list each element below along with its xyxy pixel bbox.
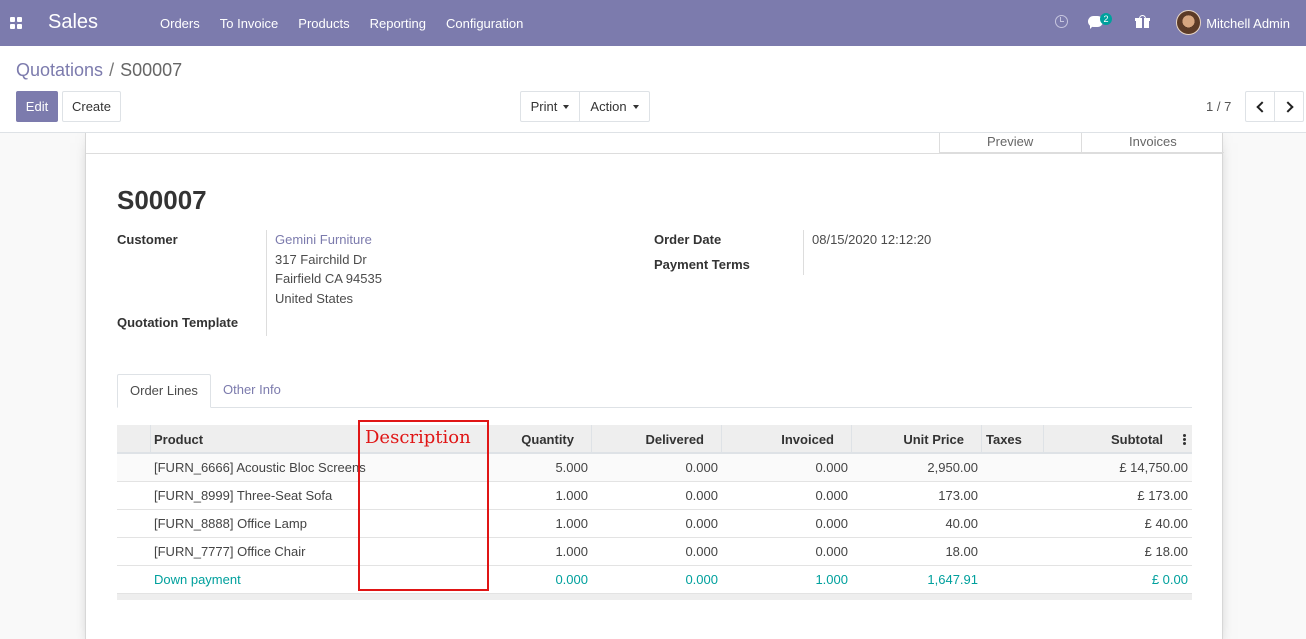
table-row[interactable]: [FURN_7777] Office Chair 1.000 0.000 0.0… (117, 538, 1192, 566)
header-subtotal[interactable]: Subtotal (1044, 425, 1192, 454)
user-menu[interactable]: Mitchell Admin (1206, 16, 1290, 31)
cell-unit-price: 173.00 (938, 488, 978, 503)
cell-delivered: 0.000 (685, 460, 718, 475)
edit-button[interactable]: Edit (16, 91, 58, 122)
chevron-left-icon (1255, 100, 1268, 113)
cell-subtotal: £ 40.00 (1144, 516, 1188, 531)
optional-columns-icon[interactable] (1183, 434, 1186, 445)
cell-product: [FURN_6666] Acoustic Bloc Screens (154, 460, 366, 475)
action-label: Action (590, 99, 627, 114)
cell-product: Down payment (154, 572, 241, 587)
tab-order-lines[interactable]: Order Lines (117, 374, 211, 408)
cell-invoiced: 0.000 (815, 488, 848, 503)
table-row[interactable]: [FURN_8999] Three-Seat Sofa 1.000 0.000 … (117, 482, 1192, 510)
customer-link[interactable]: Gemini Furniture (275, 232, 372, 247)
handle-column-header (117, 425, 151, 454)
table-footer (117, 594, 1192, 600)
pager-next-button[interactable] (1274, 91, 1304, 122)
menu-item-products[interactable]: Products (298, 16, 349, 31)
messages-badge: 2 (1100, 13, 1112, 25)
avatar[interactable] (1176, 10, 1201, 35)
create-button[interactable]: Create (62, 91, 121, 122)
address-line-2: Fairfield CA 94535 (275, 271, 382, 286)
app-name[interactable]: Sales (48, 11, 98, 34)
cell-unit-price: 18.00 (945, 544, 978, 559)
print-dropdown[interactable]: Print (520, 91, 580, 122)
header-unit-price[interactable]: Unit Price (852, 425, 982, 454)
clock-icon[interactable] (1055, 15, 1068, 28)
form-content-area: Preview Invoices S00007 Customer Gemini … (0, 133, 1306, 639)
breadcrumb-separator: / (109, 60, 115, 80)
cell-subtotal: £ 14,750.00 (1119, 460, 1188, 475)
main-menu: Orders To Invoice Products Reporting Con… (160, 16, 543, 31)
preview-label: Preview (987, 134, 1034, 149)
action-dropdown[interactable]: Action (579, 91, 650, 122)
cell-subtotal: £ 18.00 (1144, 544, 1188, 559)
caret-down-icon (563, 104, 570, 109)
field-separator (266, 230, 267, 336)
cell-delivered: 0.000 (685, 488, 718, 503)
cell-invoiced: 0.000 (815, 544, 848, 559)
cell-subtotal: £ 173.00 (1137, 488, 1188, 503)
cell-product: [FURN_7777] Office Chair (154, 544, 306, 559)
customer-label: Customer (117, 232, 178, 247)
menu-item-orders[interactable]: Orders (160, 16, 200, 31)
order-lines-table: Product Quantity Delivered Invoiced Unit… (117, 425, 1192, 600)
cell-invoiced: 0.000 (815, 460, 848, 475)
cell-invoiced: 0.000 (815, 516, 848, 531)
cell-subtotal: £ 0.00 (1151, 572, 1188, 587)
order-date-label: Order Date (654, 232, 722, 247)
pager-value[interactable]: 1 / 7 (1206, 99, 1231, 114)
table-row-down-payment[interactable]: Down payment 0.000 0.000 1.000 1,647.91 … (117, 566, 1192, 594)
address-line-1: 317 Fairchild Dr (275, 252, 367, 267)
chevron-right-icon (1281, 100, 1294, 113)
address-line-3: United States (275, 291, 354, 306)
tab-other-info[interactable]: Other Info (211, 374, 293, 408)
description-annotation-box: Description (358, 420, 489, 591)
menu-item-reporting[interactable]: Reporting (370, 16, 426, 31)
cell-delivered: 0.000 (685, 544, 718, 559)
cell-invoiced: 1.000 (815, 572, 848, 587)
invoices-label: Invoices (1129, 134, 1177, 149)
breadcrumb-current: S00007 (120, 60, 183, 80)
notebook-tabs: Order Lines Other Info (117, 374, 1192, 408)
menu-item-configuration[interactable]: Configuration (446, 16, 523, 31)
top-navbar: Sales Orders To Invoice Products Reporti… (0, 0, 1306, 46)
button-box-divider (86, 153, 1222, 154)
cell-unit-price: 1,647.91 (927, 572, 978, 587)
header-taxes[interactable]: Taxes (982, 425, 1044, 454)
quotation-template-label: Quotation Template (117, 315, 239, 330)
form-sheet: Preview Invoices S00007 Customer Gemini … (85, 133, 1224, 639)
cell-product: [FURN_8888] Office Lamp (154, 516, 307, 531)
table-row[interactable]: [FURN_8888] Office Lamp 1.000 0.000 0.00… (117, 510, 1192, 538)
cell-product: [FURN_8999] Three-Seat Sofa (154, 488, 333, 503)
pager-previous-button[interactable] (1245, 91, 1275, 122)
table-row[interactable]: [FURN_6666] Acoustic Bloc Screens 5.000 … (117, 454, 1192, 482)
description-annotation-label: Description (365, 427, 471, 448)
cell-unit-price: 40.00 (945, 516, 978, 531)
order-date-value: 08/15/2020 12:12:20 (812, 232, 932, 247)
breadcrumb: Quotations / S00007 (16, 60, 182, 81)
table-header: Product Quantity Delivered Invoiced Unit… (117, 425, 1192, 454)
cell-delivered: 0.000 (685, 516, 718, 531)
header-product[interactable]: Product (154, 425, 354, 454)
apps-menu-icon[interactable] (10, 17, 22, 29)
field-separator (803, 230, 804, 275)
caret-down-icon (632, 104, 639, 109)
header-invoiced[interactable]: Invoiced (722, 425, 852, 454)
invoices-smart-button[interactable]: Invoices (1081, 133, 1224, 153)
menu-item-to-invoice[interactable]: To Invoice (220, 16, 279, 31)
order-title: S00007 (117, 185, 207, 215)
print-label: Print (530, 99, 558, 114)
preview-smart-button[interactable]: Preview (939, 133, 1081, 153)
control-panel: Quotations / S00007 Edit Create Print Acti… (0, 46, 1306, 133)
cell-unit-price: 2,950.00 (927, 460, 978, 475)
breadcrumb-quotations[interactable]: Quotations (16, 60, 103, 80)
header-delivered[interactable]: Delivered (592, 425, 722, 454)
payment-terms-label: Payment Terms (654, 257, 750, 272)
gift-icon[interactable] (1135, 15, 1150, 28)
cell-delivered: 0.000 (685, 572, 718, 587)
